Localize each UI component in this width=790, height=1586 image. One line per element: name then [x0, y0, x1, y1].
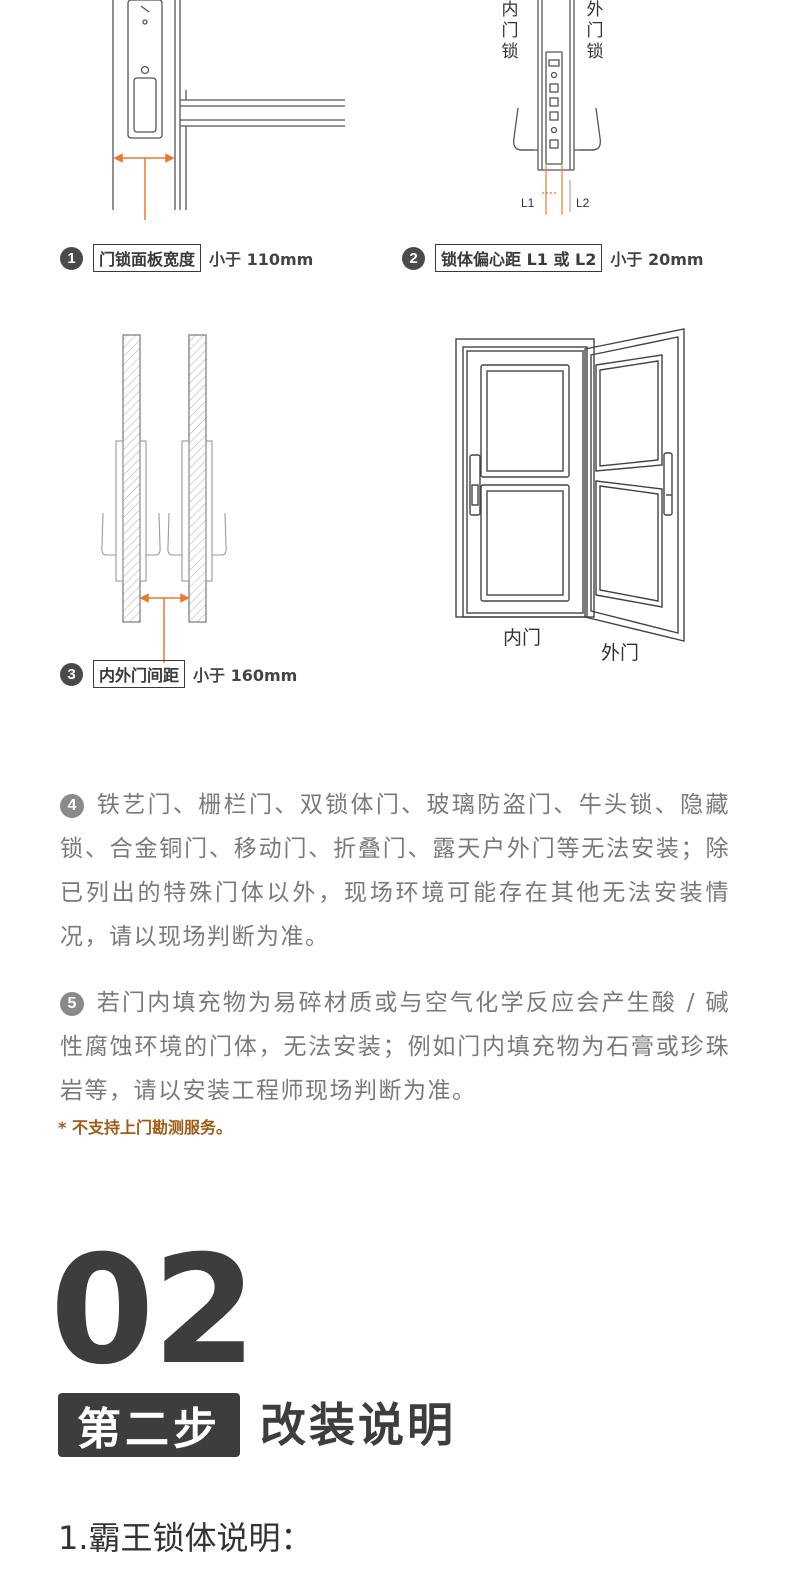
inner-door-label: 内门 [503, 627, 542, 649]
door-gap-label: 内外门间距 [93, 660, 186, 688]
step-number-badge: 3 [60, 662, 83, 686]
paragraph-text: 若门内填充物为易碎材质或与空气化学反应会产生酸 / 碱性腐蚀环境的门体，无法安装… [60, 990, 730, 1104]
step-number-badge: 1 [60, 246, 83, 270]
paragraph-number-badge: 4 [60, 794, 84, 818]
door-gap-condition: 小于 160mm [193, 666, 298, 685]
section-number: 02 [50, 1224, 257, 1398]
double-door-diagram [455, 328, 685, 642]
paragraph-number-badge: 5 [60, 992, 84, 1016]
lock-offset-diagram [513, 0, 601, 215]
section-title: 改装说明 [260, 1398, 456, 1452]
restriction-paragraph-5: 5 若门内填充物为易碎材质或与空气化学反应会产生酸 / 碱性腐蚀环境的门体，无法安… [60, 981, 730, 1113]
lock-offset-caption: 2 锁体偏心距 L1 或 L2 小于 20mm [402, 244, 704, 272]
panel-width-caption: 1 门锁面板宽度 小于 110mm [60, 244, 313, 272]
panel-width-label: 门锁面板宽度 [93, 244, 202, 272]
panel-width-diagram [112, 0, 345, 220]
offset-l1-label: L1 [521, 196, 535, 210]
survey-note: * 不支持上门勘测服务。 [58, 1118, 232, 1137]
outer-door-label: 外门 [601, 642, 640, 664]
door-gap-diagram [101, 334, 227, 663]
door-gap-caption: 3 内外门间距 小于 160mm [60, 660, 297, 688]
lock-offset-label: 锁体偏心距 L1 或 L2 [435, 244, 603, 272]
subsection-heading: 1.霸王锁体说明： [58, 1519, 313, 1557]
restriction-paragraph-4: 4 铁艺门、栅栏门、双锁体门、玻璃防盗门、牛头锁、隐藏锁、合金铜门、移动门、折叠门… [60, 783, 730, 959]
lock-offset-condition: 小于 20mm [610, 250, 704, 269]
offset-l2-label: L2 [576, 196, 590, 210]
step-number-badge: 2 [402, 246, 425, 270]
step-badge: 第二步 [58, 1393, 240, 1457]
panel-width-condition: 小于 110mm [209, 250, 314, 269]
paragraph-text: 铁艺门、栅栏门、双锁体门、玻璃防盗门、牛头锁、隐藏锁、合金铜门、移动门、折叠门、… [60, 792, 730, 950]
